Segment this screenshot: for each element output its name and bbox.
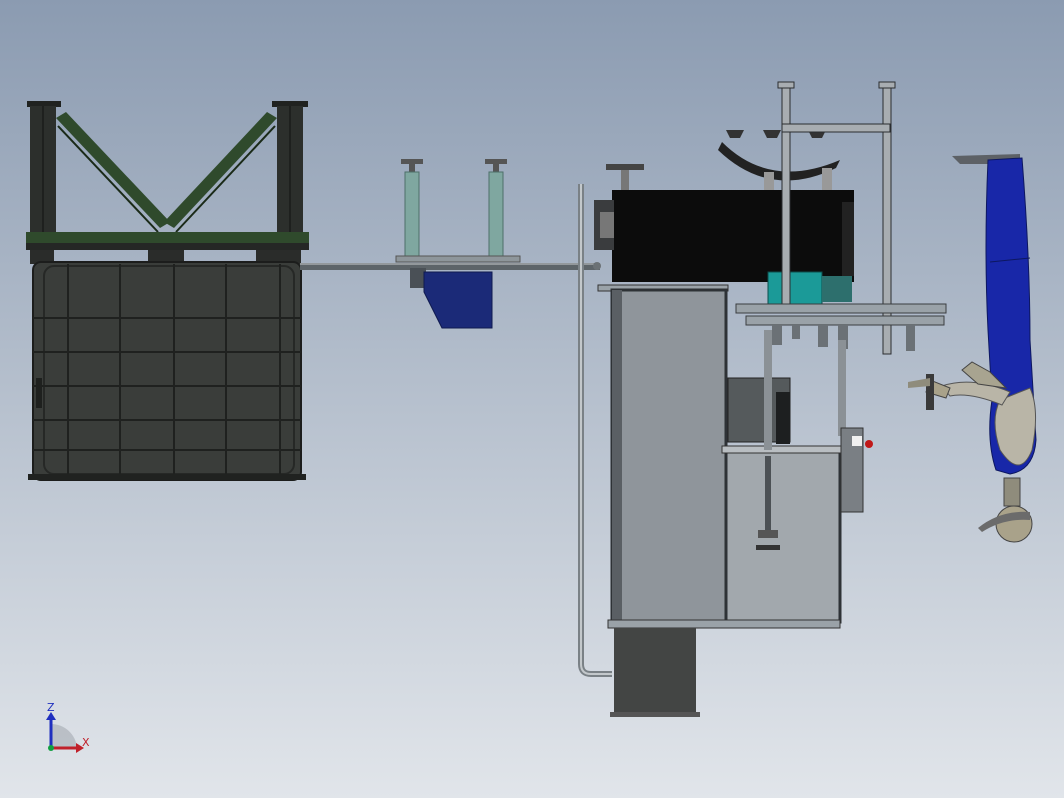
cad-model-view[interactable]: Z X: [0, 0, 1064, 798]
ibc-tank-body: [28, 261, 306, 481]
emergency-stop-button[interactable]: [865, 440, 873, 448]
z-axis-label: Z: [47, 701, 55, 714]
machine-head: [612, 190, 854, 282]
axis-origin: [48, 745, 54, 751]
operator-head: [995, 505, 1033, 543]
motor: [767, 271, 823, 305]
transfer-pipe[interactable]: [300, 262, 601, 270]
main-cabinet: [610, 288, 728, 624]
cad-viewport[interactable]: Z X: [0, 0, 1064, 798]
x-axis-label: X: [82, 736, 90, 749]
lower-cabinet: [724, 450, 842, 624]
machine-base: [614, 628, 696, 714]
